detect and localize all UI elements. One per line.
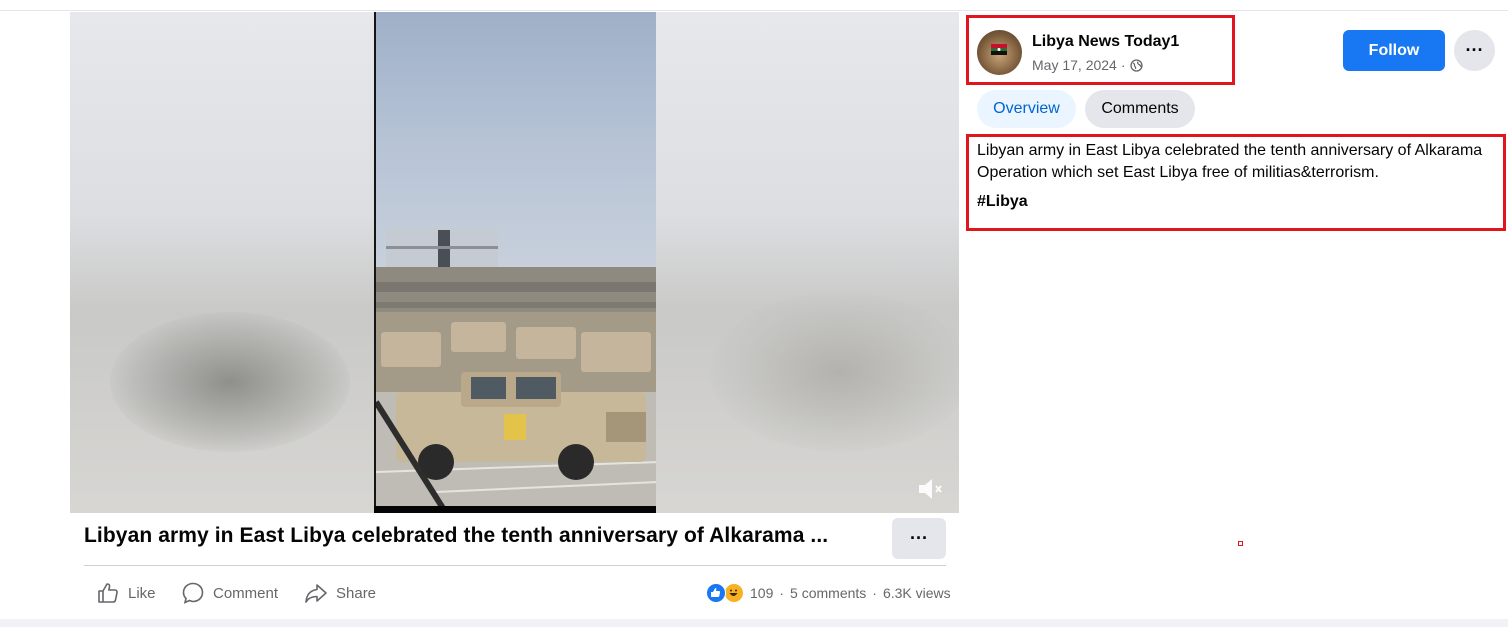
views-count: 6.3K views (882, 585, 951, 601)
more-dots-icon: ··· (1465, 40, 1484, 60)
like-button[interactable]: Like (96, 580, 156, 606)
more-dots-icon: ··· (910, 528, 928, 548)
top-divider (0, 10, 1508, 11)
follow-button[interactable]: Follow (1343, 30, 1445, 71)
video-bottom-bar (374, 506, 656, 513)
post-title: Libyan army in East Libya celebrated the… (84, 524, 829, 547)
share-arrow-icon (305, 584, 327, 603)
stats-separator: · (779, 585, 785, 601)
tab-comments[interactable]: Comments (1085, 90, 1195, 128)
video-frame[interactable] (374, 12, 656, 513)
haha-reaction-icon (724, 583, 744, 603)
share-button[interactable]: Share (304, 580, 376, 606)
comment-label: Comment (213, 584, 279, 602)
thumbs-up-icon (98, 583, 118, 603)
more-options-button[interactable]: ··· (1454, 30, 1495, 71)
video-still-military-vehicles (376, 12, 656, 513)
highlight-box-page-info (966, 15, 1235, 85)
post-more-options-button[interactable]: ··· (892, 518, 946, 559)
reaction-count[interactable]: 109 (750, 585, 773, 601)
reaction-icons[interactable] (706, 582, 750, 604)
blurred-background-left (110, 312, 350, 452)
facebook-video-post-page: Libyan army in East Libya celebrated the… (0, 0, 1508, 627)
share-label: Share (336, 584, 377, 602)
muted-speaker-icon[interactable] (915, 474, 945, 504)
like-reaction-icon (706, 583, 726, 603)
like-label: Like (128, 584, 156, 602)
action-divider (84, 565, 946, 566)
comment-button[interactable]: Comment (181, 580, 278, 606)
tab-overview[interactable]: Overview (977, 90, 1076, 128)
stats-separator: · (872, 585, 877, 601)
comments-count[interactable]: 5 comments (790, 585, 866, 601)
bottom-strip (0, 619, 1508, 627)
post-stats: 109 · 5 comments · 6.3K views (706, 580, 951, 606)
highlight-box-description (966, 134, 1506, 231)
highlight-marker (1238, 541, 1243, 546)
blurred-background-right (710, 292, 959, 452)
comment-bubble-icon (182, 582, 204, 604)
video-player[interactable] (70, 12, 959, 513)
